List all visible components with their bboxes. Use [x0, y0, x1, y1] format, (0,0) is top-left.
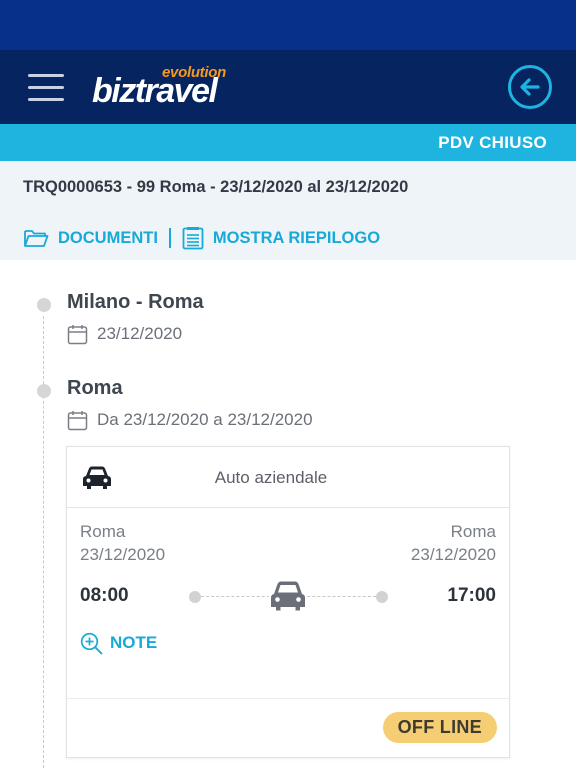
stop-date: Da 23/12/2020 a 23/12/2020: [67, 409, 313, 431]
menu-icon[interactable]: [28, 74, 64, 102]
status-badge: OFF LINE: [382, 712, 497, 743]
note-label: NOTE: [110, 633, 158, 652]
documents-label: DOCUMENTI: [58, 228, 158, 247]
timeline-dot: [37, 384, 51, 398]
departure-date: 23/12/2020: [80, 545, 166, 564]
trip-info-section: TRQ0000653 - 99 Roma - 23/12/2020 al 23/…: [0, 161, 576, 260]
stop-date: 23/12/2020: [67, 323, 182, 345]
car-icon: [269, 579, 307, 613]
show-summary-label: MOSTRA RIEPILOGO: [212, 228, 381, 247]
pdv-status-text: PDV CHIUSO: [438, 133, 547, 152]
back-arrow-icon: [520, 78, 540, 96]
stop-date-text: Da 23/12/2020 a 23/12/2020: [97, 410, 313, 429]
action-divider: [168, 228, 171, 248]
card-footer: OFF LINE: [67, 698, 509, 757]
arrival-date: 23/12/2020: [410, 545, 496, 564]
route-end-dot: [376, 591, 388, 603]
pdv-status-bar: PDV CHIUSO: [0, 124, 576, 161]
note-link[interactable]: NOTE: [80, 630, 157, 656]
status-bar: [0, 0, 576, 50]
logo-main-text: biztravel: [92, 72, 218, 110]
trip-actions: DOCUMENTI MOSTRA RIEPILOGO: [23, 226, 380, 250]
trip-title: TRQ0000653 - 99 Roma - 23/12/2020 al 23/…: [23, 178, 409, 196]
card-header: Auto aziendale: [67, 447, 509, 508]
show-summary-link[interactable]: MOSTRA RIEPILOGO: [182, 226, 380, 250]
zoom-plus-icon: [80, 632, 103, 654]
stop-date-text: 23/12/2020: [97, 324, 183, 343]
calendar-icon: [67, 410, 88, 430]
route-start-dot: [189, 591, 201, 603]
documents-link[interactable]: DOCUMENTI: [23, 227, 158, 249]
timeline-dot: [37, 298, 51, 312]
stop-title: Roma: [67, 377, 123, 399]
departure-time: 08:00: [80, 585, 129, 606]
document-list-icon: [182, 227, 204, 250]
biztravel-logo: evolution biztravel: [92, 64, 252, 112]
folder-icon: [24, 230, 49, 247]
arrival-city: Roma: [450, 522, 496, 541]
transport-type: Auto aziendale: [214, 468, 328, 487]
transport-card[interactable]: Auto aziendale Roma 23/12/2020 Roma 23/1…: [66, 446, 510, 758]
stop-title: Milano - Roma: [67, 291, 204, 313]
app-header: evolution biztravel: [0, 50, 576, 124]
departure-city: Roma: [80, 522, 126, 541]
back-button[interactable]: [508, 65, 552, 109]
calendar-icon: [67, 324, 88, 344]
arrival-time: 17:00: [447, 585, 496, 606]
